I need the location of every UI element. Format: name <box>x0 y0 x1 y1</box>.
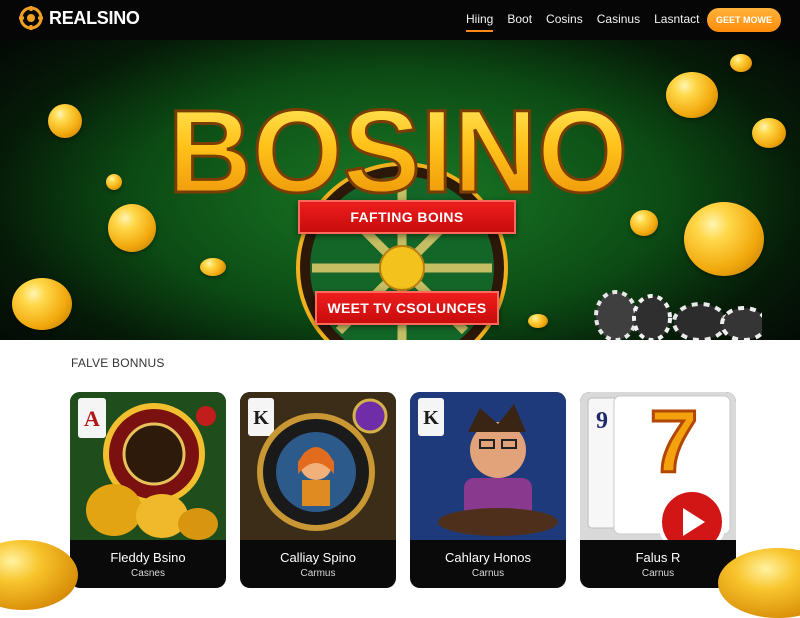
game-card[interactable]: 9 7 Falus R Carnus <box>580 392 736 588</box>
gold-coin-icon <box>730 54 752 72</box>
nav-item-casinus[interactable]: Casinus <box>597 12 640 32</box>
svg-text:9: 9 <box>596 408 608 434</box>
game-card[interactable]: A Fleddy Bsino Casnes <box>70 392 226 588</box>
svg-text:K: K <box>423 407 439 429</box>
game-category: Carnus <box>471 568 505 579</box>
game-title: Fleddy Bsino <box>110 550 186 565</box>
gold-coin-icon <box>108 204 156 252</box>
nav-item-lasntact[interactable]: Lasntact <box>654 12 699 32</box>
top-navbar: REALSINO Hiing Boot Cosins Casinus Lasnt… <box>0 0 800 40</box>
hero-banner: BOSINO FAFTING BOINS WEET TV CSOLUNCES <box>0 40 800 340</box>
game-card[interactable]: K Cahlary Honos Carnus <box>410 392 566 588</box>
nav-item-hiing[interactable]: Hiing <box>466 12 494 32</box>
nav-item-boot[interactable]: Boot <box>507 12 532 32</box>
promo-button-bottom[interactable]: WEET TV CSOLUNCES <box>315 291 499 325</box>
gold-coin-icon <box>752 118 786 148</box>
game-title: Calliay Spino <box>280 550 356 565</box>
game-category: Carmus <box>300 568 336 579</box>
game-category: Carnus <box>641 568 675 579</box>
game-thumbnail: K <box>410 392 566 540</box>
section-title: FALVE BONNUS <box>71 356 165 370</box>
promo-button-top[interactable]: FAFTING BOINS <box>298 200 516 234</box>
svg-text:7: 7 <box>650 392 699 491</box>
gold-coin-icon <box>630 210 658 236</box>
svg-text:K: K <box>253 407 269 429</box>
gold-coin-icon <box>200 258 226 276</box>
nav-item-cosins[interactable]: Cosins <box>546 12 583 32</box>
game-card[interactable]: K Calliay Spino Carmus <box>240 392 396 588</box>
poker-chips-icon <box>594 290 762 340</box>
brand-name: REALSINO <box>49 7 140 28</box>
game-thumbnail: K <box>240 392 396 540</box>
gold-coin-icon <box>528 314 548 328</box>
logo-icon <box>19 6 43 30</box>
svg-text:A: A <box>84 406 100 431</box>
game-thumbnail: A <box>70 392 226 540</box>
main-nav: Hiing Boot Cosins Casinus Lasntact <box>466 12 699 32</box>
game-card-list: A Fleddy Bsino Casnes K Calliay Spino Ca… <box>70 392 738 588</box>
gold-coin-icon <box>666 72 718 118</box>
get-more-button[interactable]: GEET MOWE <box>707 8 781 32</box>
game-category: Casnes <box>131 568 165 579</box>
game-title: Cahlary Honos <box>445 550 531 565</box>
gold-coin-icon <box>106 174 122 190</box>
hero-title: BOSINO <box>163 82 633 213</box>
gold-coin-icon <box>684 202 764 276</box>
gold-coin-icon <box>48 104 82 138</box>
hero-title-text: BOSINO <box>168 86 628 212</box>
game-title: Falus R <box>635 550 681 565</box>
brand-logo[interactable]: REALSINO <box>18 5 140 31</box>
gold-coin-icon <box>12 278 72 330</box>
game-thumbnail: 9 7 <box>580 392 736 540</box>
